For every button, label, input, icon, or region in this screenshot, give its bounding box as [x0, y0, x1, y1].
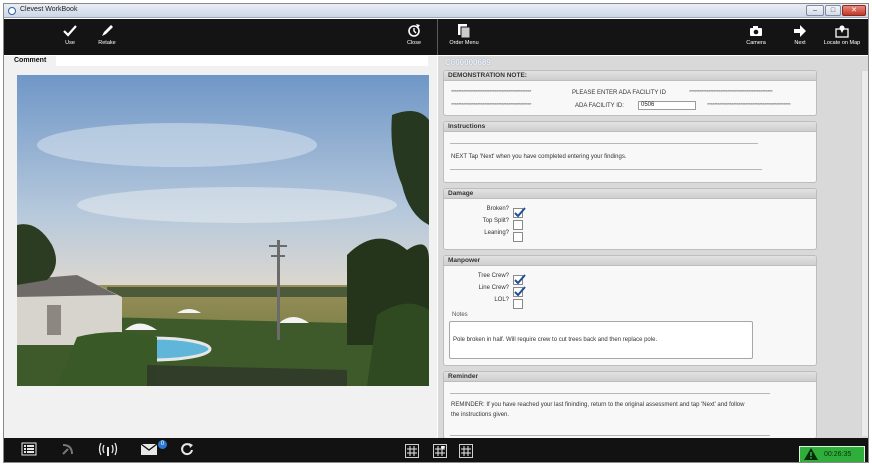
notes-label: Notes — [452, 312, 468, 318]
order-menu-button[interactable]: Order Menu — [442, 21, 486, 53]
facility-id-label: ADA FACILITY ID: — [575, 103, 624, 109]
lol-checkbox[interactable] — [513, 299, 523, 309]
top-split-label: Top Split? — [482, 218, 509, 224]
section-title: Reminder — [444, 372, 816, 382]
minimize-button[interactable]: – — [806, 5, 824, 16]
lol-label: LOL? — [494, 297, 509, 303]
form-scrollbar[interactable] — [861, 71, 868, 436]
line-crew-checkbox[interactable] — [513, 286, 526, 297]
maximize-button[interactable]: □ — [825, 5, 841, 16]
divider-line — [450, 169, 762, 170]
notes-text: Pole broken in half. Will require crew t… — [453, 337, 658, 343]
asterisk-line: ****************************************… — [689, 90, 773, 96]
reminder-text: the instructions given. — [451, 412, 510, 418]
broken-label: Broken? — [486, 206, 509, 212]
camera-button[interactable]: Camera — [734, 21, 778, 53]
toolbar-divider — [437, 19, 438, 55]
notes-textarea[interactable]: Pole broken in half. Will require crew t… — [449, 321, 753, 359]
grid-plus-icon[interactable] — [433, 444, 447, 458]
line-crew-label: Line Crew? — [478, 285, 509, 291]
facility-id-input[interactable]: 0506 — [638, 101, 696, 110]
locate-on-map-button[interactable]: Locate on Map — [820, 21, 864, 53]
asterisk-line: ****************************************… — [707, 103, 791, 109]
pen-icon — [85, 21, 129, 40]
list-icon[interactable] — [20, 442, 38, 459]
wireless-signal-icon[interactable] — [97, 442, 119, 459]
section-title: Instructions — [444, 122, 816, 132]
section-title: DEMONSTRATION NOTE: — [444, 71, 816, 81]
session-timer[interactable]: 00:26:35 — [799, 446, 865, 462]
order-menu-icon — [442, 21, 486, 40]
refresh-icon[interactable] — [179, 442, 195, 459]
bottom-taskbar: 0 — [4, 438, 868, 462]
reminder-text: REMINDER: If you have reached your last … — [451, 402, 745, 408]
instructions-section: Instructions — [443, 121, 817, 183]
comment-label: Comment — [14, 57, 47, 64]
next-button[interactable]: Next — [778, 21, 822, 53]
window-title: Clevest WorkBook — [20, 6, 78, 13]
arrow-right-icon — [778, 21, 822, 40]
instructions-text: NEXT Tap 'Next' when you have completed … — [451, 154, 627, 160]
camera-icon — [734, 21, 778, 40]
grid-minus-icon[interactable] — [459, 444, 473, 458]
satellite-dish-icon[interactable] — [59, 442, 77, 459]
tree-crew-label: Tree Crew? — [477, 273, 509, 279]
asterisk-line: ****************************************… — [451, 90, 531, 96]
tree-crew-checkbox[interactable] — [513, 274, 526, 285]
top-split-checkbox[interactable] — [513, 220, 523, 230]
leaning-checkbox[interactable] — [513, 232, 523, 242]
map-pin-icon — [820, 21, 864, 40]
leaning-label: Leaning? — [484, 230, 509, 236]
close-button[interactable]: Close — [392, 21, 436, 53]
divider-line — [450, 393, 770, 394]
timer-text: 00:26:35 — [824, 451, 852, 458]
app-icon — [8, 7, 16, 15]
mail-icon[interactable] — [139, 442, 159, 459]
comment-input[interactable] — [56, 56, 428, 66]
grid-icon[interactable] — [405, 444, 419, 458]
asterisk-line: ****************************************… — [451, 103, 531, 109]
broken-checkbox[interactable] — [513, 207, 526, 218]
mail-badge: 0 — [158, 440, 167, 449]
toolbar: Use Retake Close Order Menu Camera Next … — [4, 19, 868, 55]
section-title: Manpower — [444, 256, 816, 266]
close-window-button[interactable]: ✕ — [842, 5, 866, 16]
close-timer-icon — [392, 21, 436, 40]
divider-line — [450, 143, 758, 144]
divider-line — [450, 435, 770, 436]
record-id: C000000689 — [445, 58, 491, 67]
app-window: Clevest WorkBook – □ ✕ Use Retake Close — [3, 3, 869, 463]
captured-photo — [17, 75, 429, 386]
facility-prompt: PLEASE ENTER ADA FACILITY ID — [572, 90, 666, 96]
title-bar: Clevest WorkBook – □ ✕ — [4, 4, 868, 18]
section-title: Damage — [444, 189, 816, 199]
warning-icon — [804, 448, 818, 462]
retake-button[interactable]: Retake — [85, 21, 129, 53]
